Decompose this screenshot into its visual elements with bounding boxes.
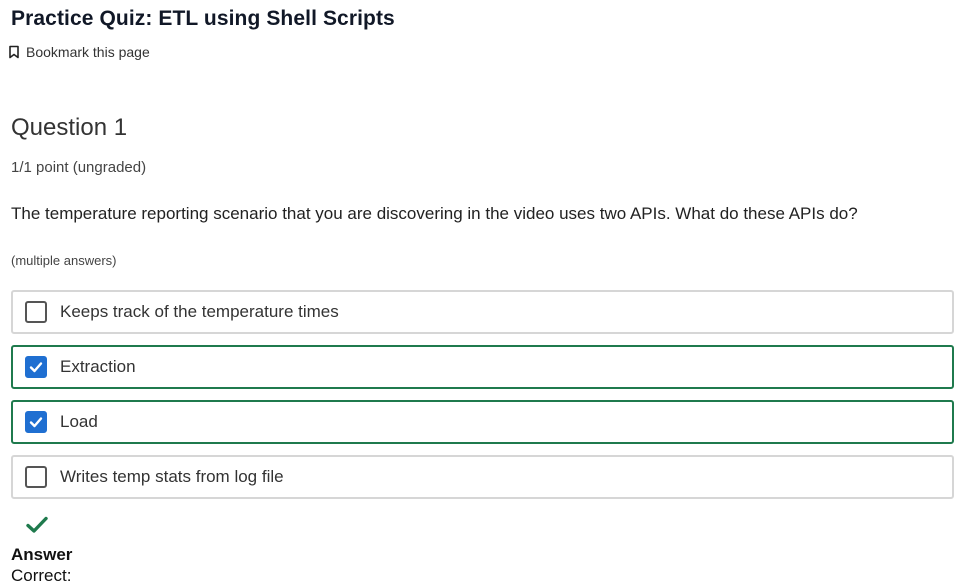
answer-options: Keeps track of the temperature times Ext… bbox=[11, 290, 954, 510]
checkbox[interactable] bbox=[25, 466, 47, 488]
option-label: Load bbox=[60, 412, 98, 431]
answer-option-2[interactable]: Extraction bbox=[11, 345, 954, 389]
question-hint: (multiple answers) bbox=[11, 253, 117, 268]
bookmark-button[interactable]: Bookmark this page bbox=[8, 44, 150, 60]
question-title: Question 1 bbox=[11, 114, 128, 141]
question-prompt: The temperature reporting scenario that … bbox=[11, 204, 858, 223]
answer-option-4[interactable]: Writes temp stats from log file bbox=[11, 455, 954, 499]
option-label: Keeps track of the temperature times bbox=[60, 302, 339, 321]
checkmark-icon bbox=[26, 516, 48, 534]
answer-status: Correct: bbox=[11, 566, 72, 585]
answer-heading: Answer bbox=[11, 545, 73, 564]
bookmark-label: Bookmark this page bbox=[26, 44, 150, 60]
question-points: 1/1 point (ungraded) bbox=[11, 159, 147, 176]
bookmark-icon bbox=[8, 45, 20, 59]
checkbox[interactable] bbox=[25, 301, 47, 323]
check-icon bbox=[29, 417, 43, 428]
checkbox[interactable] bbox=[25, 356, 47, 378]
answer-option-3[interactable]: Load bbox=[11, 400, 954, 444]
page-title: Practice Quiz: ETL using Shell Scripts bbox=[11, 7, 395, 30]
option-label: Writes temp stats from log file bbox=[60, 467, 284, 486]
check-icon bbox=[29, 362, 43, 373]
checkbox[interactable] bbox=[25, 411, 47, 433]
answer-option-1[interactable]: Keeps track of the temperature times bbox=[11, 290, 954, 334]
option-label: Extraction bbox=[60, 357, 136, 376]
